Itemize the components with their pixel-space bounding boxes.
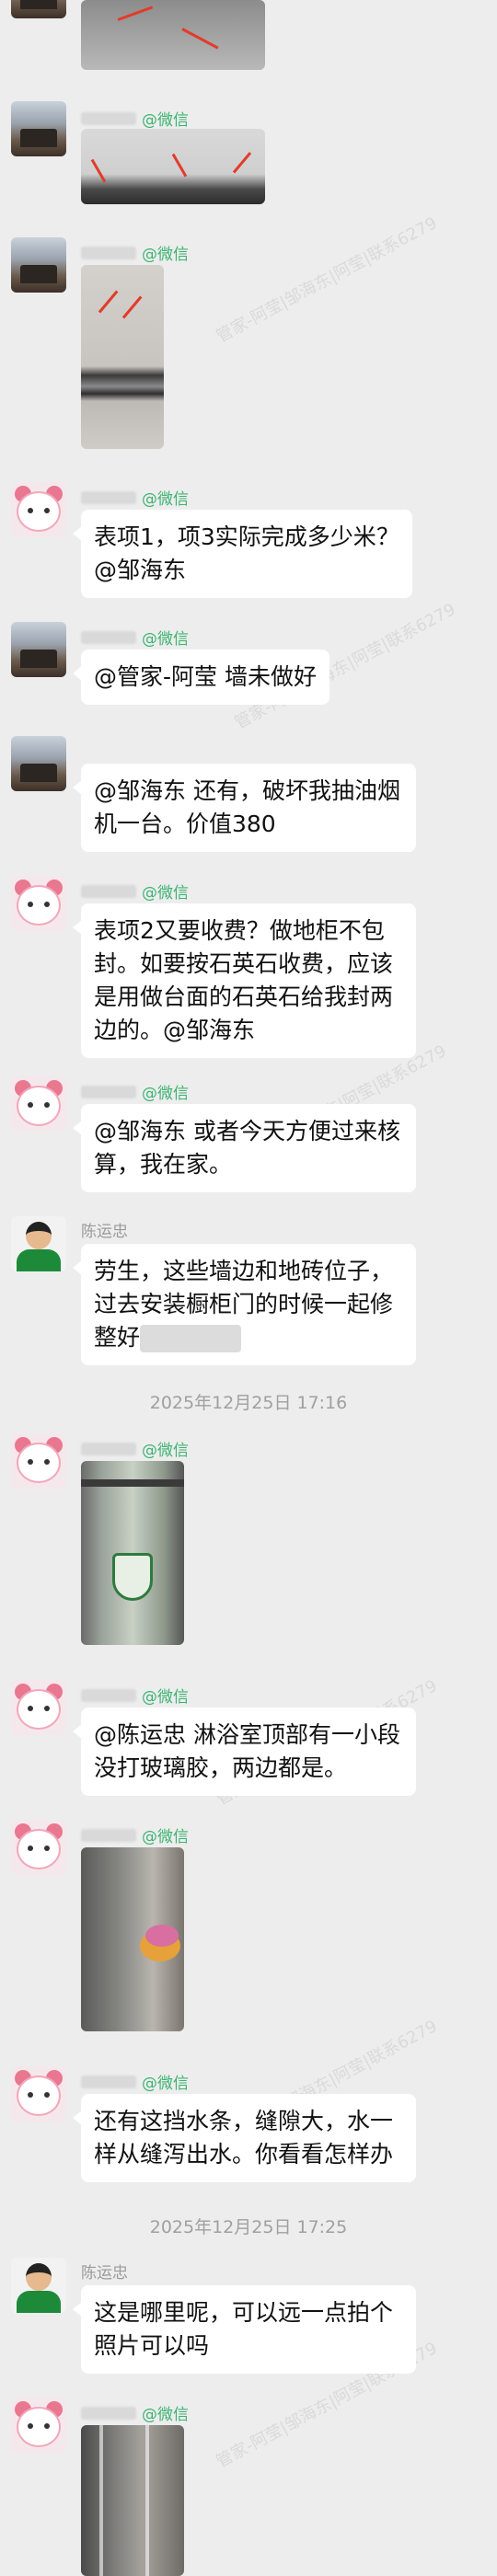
avatar[interactable]: [11, 482, 66, 537]
wechat-tag: @微信: [142, 1688, 189, 1707]
message-bubble[interactable]: @管家-阿莹 墙未做好: [73, 650, 329, 705]
avatar[interactable]: [11, 1680, 66, 1735]
avatar[interactable]: [11, 2398, 66, 2453]
wechat-tag: @微信: [142, 2075, 189, 2093]
wechat-tag: @微信: [142, 111, 189, 130]
message-text: 劳生，这些墙边和地砖位子，过去安装橱柜门的时候一起修整好: [94, 1258, 394, 1351]
message-bubble[interactable]: @陈运忠 淋浴室顶部有一小段没打玻璃胶，两边都是。: [73, 1708, 416, 1796]
avatar[interactable]: [11, 1433, 66, 1489]
sender-name: 陈运忠: [81, 2264, 128, 2283]
wechat-tag: @微信: [142, 630, 189, 649]
sender-name: @微信: [81, 107, 189, 130]
avatar[interactable]: [11, 0, 66, 18]
watermark: 管家-阿莹|邹海东|阿莹|联系6279: [213, 213, 441, 347]
sender-name: @微信: [81, 1684, 189, 1707]
sender-name: @微信: [81, 2401, 189, 2424]
sender-name: @微信: [81, 241, 189, 264]
sender-name: @微信: [81, 2070, 189, 2093]
sender-name: @微信: [81, 486, 189, 509]
photo-thumbnail[interactable]: [81, 0, 265, 70]
photo-thumbnail[interactable]: [81, 2425, 184, 2576]
redacted-text: [140, 1325, 242, 1352]
logo-icon: [112, 1553, 153, 1601]
sender-name: @微信: [81, 626, 189, 649]
message-bubble[interactable]: @邹海东 或者今天方便过来核算，我在家。: [73, 1104, 416, 1192]
timestamp: 2025年12月25日 17:16: [149, 1393, 348, 1413]
message-bubble[interactable]: 表项2又要收费？做地柜不包封。如要按石英石收费，应该是用做台面的石英石给我封两边…: [73, 903, 416, 1058]
sender-name-redacted: [81, 884, 136, 898]
avatar[interactable]: [11, 736, 66, 791]
avatar[interactable]: [11, 101, 66, 156]
photo-thumbnail[interactable]: [81, 129, 265, 204]
photo-thumbnail[interactable]: [81, 265, 164, 449]
sender-name-redacted: [81, 490, 136, 504]
wechat-tag: @微信: [142, 884, 189, 903]
sender-name-redacted: [81, 111, 136, 125]
avatar[interactable]: [11, 237, 66, 293]
wechat-tag: @微信: [142, 2406, 189, 2424]
message-bubble[interactable]: 表项1，项3实际完成多少米？@邹海东: [73, 510, 412, 598]
wechat-tag: @微信: [142, 246, 189, 264]
avatar[interactable]: [11, 876, 66, 931]
message-bubble[interactable]: @邹海东 还有，破坏我抽油烟机一台。价值380: [73, 764, 416, 852]
sender-name-redacted: [81, 630, 136, 644]
sender-name: @微信: [81, 1437, 189, 1460]
avatar[interactable]: [11, 1820, 66, 1875]
wechat-tag: @微信: [142, 1442, 189, 1460]
photo-thumbnail[interactable]: [81, 1461, 184, 1645]
avatar[interactable]: [11, 2066, 66, 2122]
sender-name: @微信: [81, 880, 189, 903]
message-bubble[interactable]: 还有这挡水条，缝隙大，水一样从缝泻出水。你看看怎样办: [73, 2094, 416, 2182]
sender-name: 陈运忠: [81, 1223, 128, 1241]
wechat-tag: @微信: [142, 1085, 189, 1103]
sender-name-redacted: [81, 1688, 136, 1702]
sender-name-redacted: [81, 1828, 136, 1842]
avatar[interactable]: [11, 1216, 66, 1271]
sender-name: @微信: [81, 1823, 189, 1846]
sender-name-redacted: [81, 2075, 136, 2088]
avatar[interactable]: [11, 1076, 66, 1132]
wechat-tag: @微信: [142, 1828, 189, 1846]
message-bubble[interactable]: 劳生，这些墙边和地砖位子，过去安装橱柜门的时候一起修整好: [73, 1244, 416, 1365]
sender-name-redacted: [81, 2406, 136, 2420]
wechat-tag: @微信: [142, 490, 189, 509]
message-bubble[interactable]: 这是哪里呢，可以远一点拍个照片可以吗: [73, 2285, 416, 2374]
sender-name-redacted: [81, 246, 136, 259]
photo-thumbnail[interactable]: [81, 1847, 184, 2031]
avatar[interactable]: [11, 2258, 66, 2313]
avatar[interactable]: [11, 622, 66, 677]
sender-name-redacted: [81, 1085, 136, 1098]
timestamp: 2025年12月25日 17:25: [149, 2217, 348, 2237]
sender-name-redacted: [81, 1442, 136, 1455]
sender-name: @微信: [81, 1080, 189, 1103]
